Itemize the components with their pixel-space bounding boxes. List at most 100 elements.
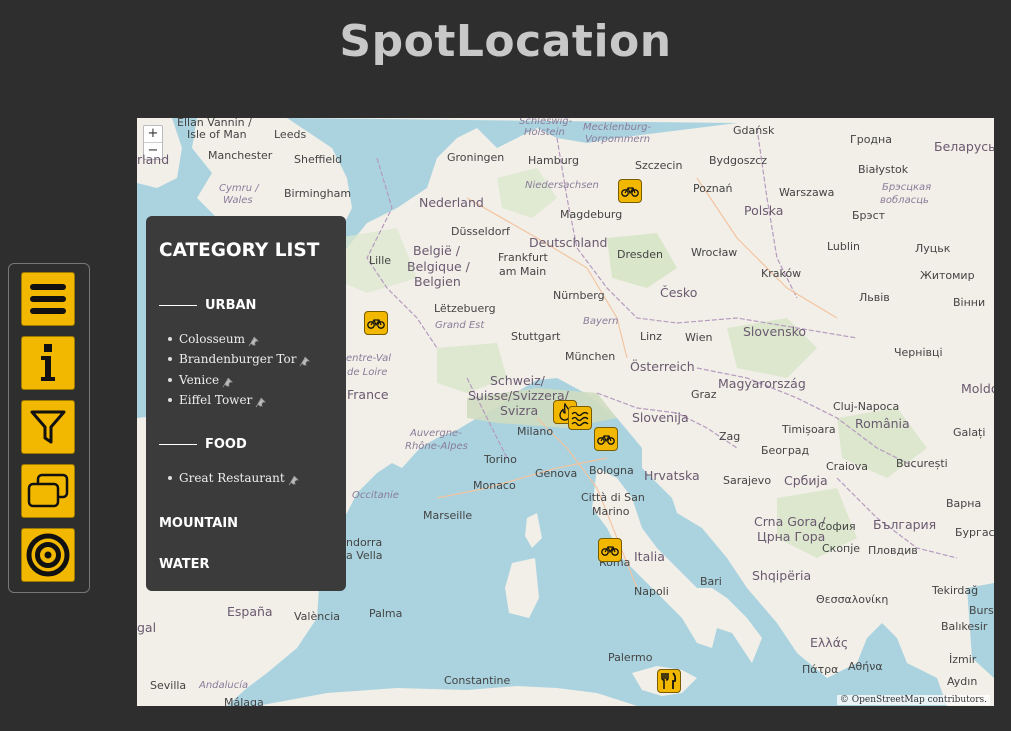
map-label: Чернівці bbox=[894, 346, 943, 359]
map-label: Svizra bbox=[500, 403, 539, 418]
map-label: Schleswig- bbox=[519, 118, 573, 127]
map-label: Αθήνα bbox=[848, 660, 883, 673]
map-label: Monaco bbox=[473, 479, 516, 492]
spot-item[interactable]: Brandenburger Tor bbox=[168, 350, 311, 367]
map-label: Bari bbox=[700, 575, 722, 588]
zoom-in-button[interactable]: + bbox=[144, 126, 162, 142]
target-button[interactable] bbox=[21, 528, 75, 582]
marker-bike-szczecin[interactable] bbox=[618, 179, 642, 203]
map-label: Genova bbox=[535, 467, 578, 480]
map-label: Львів bbox=[859, 291, 890, 304]
map-label: Wales bbox=[223, 195, 253, 206]
map-label: Torino bbox=[484, 453, 517, 466]
map-label: Marino bbox=[592, 505, 630, 518]
filter-button[interactable] bbox=[21, 400, 75, 454]
map-label: Hrvatska bbox=[644, 468, 700, 483]
menu-button[interactable] bbox=[21, 272, 75, 326]
marker-food-sicily[interactable] bbox=[657, 669, 681, 693]
filter-icon bbox=[30, 410, 66, 444]
spot-label: Brandenburger Tor bbox=[179, 351, 297, 366]
spot-item[interactable]: Colosseum bbox=[168, 330, 259, 347]
map-label: București bbox=[896, 457, 948, 470]
bike-icon bbox=[601, 546, 619, 556]
map-label: Graz bbox=[691, 388, 717, 401]
map-label: Гродна bbox=[850, 133, 892, 146]
map-label: Österreich bbox=[630, 359, 695, 374]
map-label: Manchester bbox=[208, 149, 273, 162]
spot-label: Eiffel Tower bbox=[179, 392, 253, 407]
map-label: Nederland bbox=[419, 195, 484, 210]
map-label: Wien bbox=[685, 331, 713, 344]
map-label: am Main bbox=[499, 265, 547, 278]
category-mountain[interactable]: MOUNTAIN bbox=[159, 516, 238, 531]
marker-bike-paris[interactable] bbox=[364, 311, 388, 335]
map-label: Milano bbox=[517, 425, 554, 438]
map-label: Lëtzebuerg bbox=[434, 302, 496, 315]
map-label: Bayern bbox=[583, 316, 619, 327]
category-food[interactable]: FOOD bbox=[159, 437, 247, 452]
spot-item[interactable]: Great Restaurant bbox=[168, 469, 299, 486]
bullet bbox=[168, 377, 172, 382]
map-label: Gdańsk bbox=[733, 124, 775, 137]
map-label: Isle of Man bbox=[187, 128, 247, 141]
marker-bike-rome[interactable] bbox=[598, 538, 622, 562]
marker-water-lake[interactable] bbox=[568, 406, 592, 430]
map-label: Deutschland bbox=[529, 235, 608, 250]
map-label: a Vella bbox=[346, 549, 383, 562]
map-label: Mecklenburg- bbox=[583, 122, 652, 133]
map-label: Málaga bbox=[224, 696, 264, 706]
map-label: Balıkesir bbox=[941, 620, 988, 633]
map-label: Grand Est bbox=[435, 320, 485, 331]
map-label: Galați bbox=[953, 426, 986, 439]
map-label: rland bbox=[137, 152, 170, 167]
map-label: Warszawa bbox=[779, 186, 835, 199]
map-label: Linz bbox=[640, 330, 662, 343]
map-label: gal bbox=[137, 620, 157, 635]
map-label: ndorra bbox=[346, 536, 383, 549]
map-label: Kraków bbox=[761, 267, 802, 280]
pin-icon bbox=[248, 336, 259, 347]
map-label: Бургас bbox=[955, 526, 994, 539]
map-label: Cluj-Napoca bbox=[833, 400, 900, 413]
app-title: SpotLocation bbox=[339, 16, 672, 67]
map-label: entre-Val bbox=[346, 353, 391, 364]
map-label: Italia bbox=[634, 549, 665, 564]
category-label: URBAN bbox=[205, 298, 257, 313]
target-icon bbox=[26, 533, 70, 577]
map-label: Frankfurt bbox=[498, 251, 548, 264]
layers-icon bbox=[27, 473, 69, 508]
pin-icon bbox=[222, 377, 234, 388]
bike-icon bbox=[367, 319, 385, 329]
marker-bike-venice[interactable] bbox=[594, 427, 618, 451]
map-label: Ελλάς bbox=[810, 635, 849, 650]
info-button[interactable] bbox=[21, 336, 75, 390]
map-label: Скопје bbox=[822, 542, 861, 555]
map-label: София bbox=[818, 520, 856, 533]
map-label: България bbox=[873, 517, 937, 532]
layers-button[interactable] bbox=[21, 464, 75, 518]
map-label: España bbox=[227, 604, 273, 619]
map-label: Magdeburg bbox=[560, 208, 623, 221]
map-label: Białystok bbox=[858, 163, 909, 176]
category-urban[interactable]: URBAN bbox=[159, 298, 256, 313]
map-attribution[interactable]: © OpenStreetMap contributors. bbox=[836, 695, 990, 705]
category-water[interactable]: WATER bbox=[159, 557, 210, 572]
map-label: Aydın bbox=[947, 675, 978, 688]
map-label: Magyarország bbox=[718, 376, 806, 391]
spot-item[interactable]: Eiffel Tower bbox=[168, 391, 267, 408]
spot-label: Great Restaurant bbox=[179, 470, 285, 485]
map-label: Shqipëria bbox=[752, 568, 812, 583]
bullet bbox=[168, 336, 172, 341]
map-label: France bbox=[347, 387, 389, 402]
map-label: Szczecin bbox=[635, 159, 683, 172]
map-label: Slovensko bbox=[743, 324, 807, 339]
map-label: de Loire bbox=[347, 367, 388, 378]
map-label: Lille bbox=[369, 254, 392, 267]
map-label: Poznań bbox=[693, 182, 733, 195]
map-label: Луцьк bbox=[915, 242, 951, 255]
info-icon bbox=[41, 344, 55, 381]
spot-item[interactable]: Venice bbox=[168, 371, 234, 388]
spot-label: Venice bbox=[179, 372, 220, 387]
map-label: Bologna bbox=[589, 464, 634, 477]
category-label: WATER bbox=[159, 557, 210, 572]
